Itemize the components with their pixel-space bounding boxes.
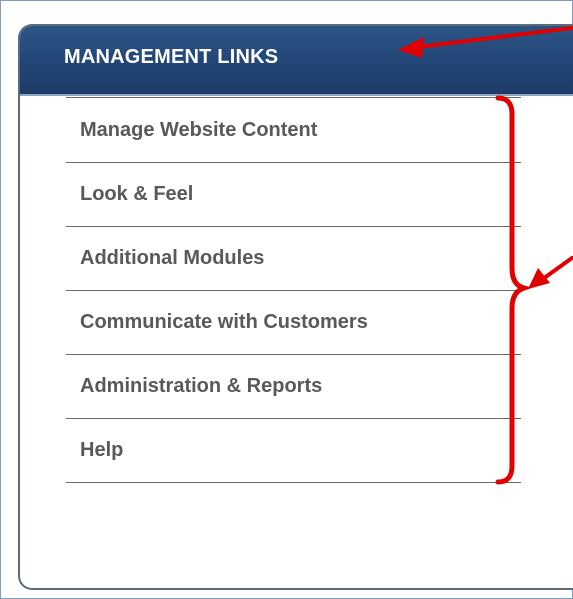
link-additional-modules[interactable]: Additional Modules (66, 227, 521, 291)
link-label: Communicate with Customers (80, 311, 368, 333)
link-look-and-feel[interactable]: Look & Feel (66, 163, 521, 227)
panel-title: MANAGEMENT LINKS (64, 45, 279, 68)
link-manage-website-content[interactable]: Manage Website Content (66, 97, 521, 163)
panel-header: MANAGEMENT LINKS (20, 26, 573, 96)
link-administration-and-reports[interactable]: Administration & Reports (66, 355, 521, 419)
link-label: Look & Feel (80, 183, 194, 205)
management-link-list: Manage Website Content Look & Feel Addit… (66, 97, 521, 483)
link-label: Manage Website Content (80, 118, 318, 141)
link-label: Administration & Reports (80, 375, 323, 397)
link-label: Additional Modules (80, 247, 265, 269)
link-help[interactable]: Help (66, 419, 521, 483)
link-communicate-with-customers[interactable]: Communicate with Customers (66, 291, 521, 355)
link-label: Help (80, 439, 124, 461)
